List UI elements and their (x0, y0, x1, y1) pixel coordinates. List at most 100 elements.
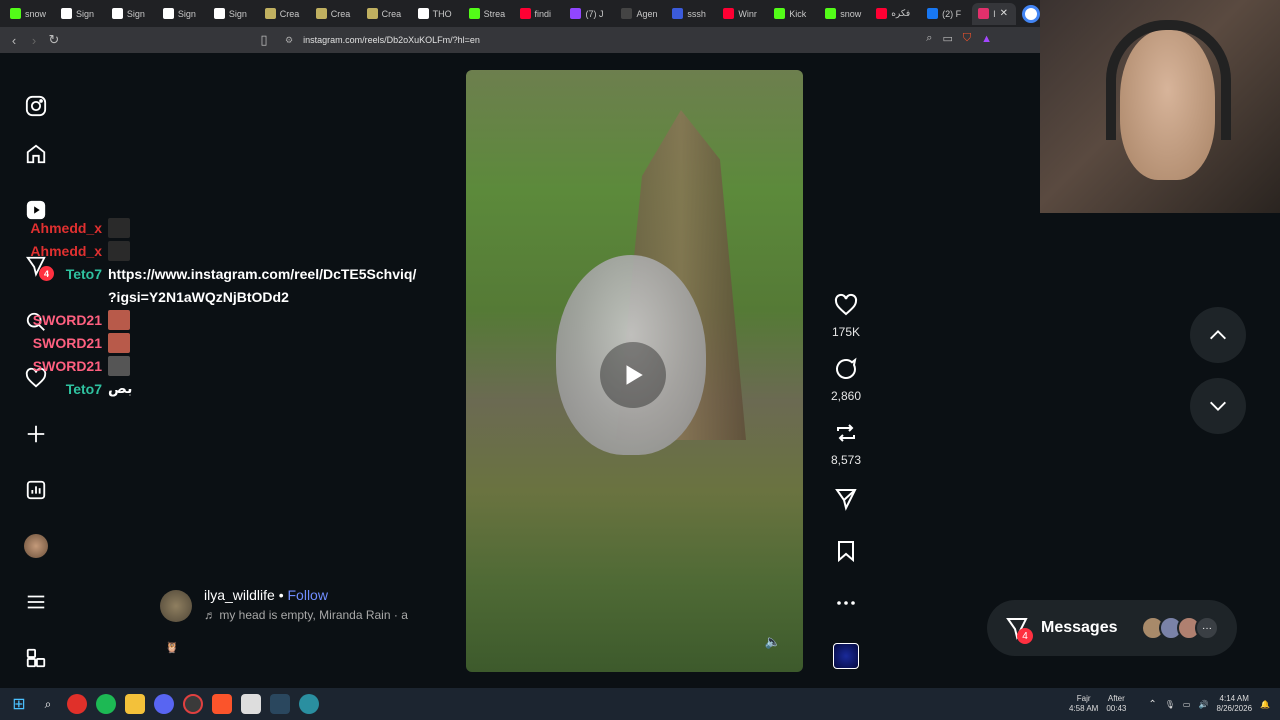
audio-track[interactable]: ♬ my head is empty, Miranda Rain · a (204, 608, 408, 622)
browser-tab[interactable]: (7) J (564, 3, 615, 25)
brave-shield-icon[interactable]: ⛉ (963, 32, 971, 45)
chat-username: Teto7 (65, 265, 102, 282)
app-icon[interactable] (241, 694, 261, 714)
brave-icon[interactable] (212, 694, 232, 714)
follow-button[interactable]: Follow (288, 587, 328, 603)
dashboard-icon[interactable] (24, 478, 48, 502)
browser-tab[interactable]: فكره (870, 3, 921, 25)
tab-label: Agen (636, 8, 658, 19)
microphone-icon[interactable]: 🎙 (1165, 700, 1175, 709)
tab-label: (2) F (942, 8, 962, 19)
browser-tab[interactable]: Strea (463, 3, 514, 25)
volume-icon[interactable]: 🔊 (1198, 700, 1208, 709)
zoom-icon[interactable]: ⌕ (926, 32, 932, 45)
chrome-icon[interactable] (183, 694, 203, 714)
repost-icon (837, 424, 855, 442)
url-text: instagram.com/reels/Db2oXuKOLFm/?hl=en (303, 35, 480, 45)
play-button[interactable] (600, 342, 666, 408)
prayer-widget[interactable]: Fajr 4:58 AM (1069, 694, 1098, 714)
chat-username: Ahmedd_x (30, 242, 102, 259)
like-action[interactable]: 175K (826, 293, 866, 339)
profile-avatar[interactable] (24, 534, 48, 558)
tab-label: فكره (891, 8, 911, 18)
reload-icon[interactable]: ↻ (44, 32, 64, 48)
music-note-icon: ♬ (204, 608, 216, 622)
browser-tab[interactable]: Crea (361, 3, 412, 25)
windows-start-icon[interactable]: ⊞ (9, 694, 29, 714)
previous-reel-button[interactable] (1190, 307, 1246, 363)
discord-icon[interactable] (154, 694, 174, 714)
browser-tab[interactable]: Agen (615, 3, 666, 25)
browser-tab[interactable]: Sign (55, 3, 106, 25)
comment-action[interactable]: 2,860 (826, 357, 866, 403)
chevron-up-icon[interactable]: ⌃ (1148, 699, 1156, 710)
save-action[interactable] (826, 539, 866, 568)
browser-tab[interactable]: (2) F (921, 3, 972, 25)
browser-tab[interactable]: Crea (259, 3, 310, 25)
like-count: 175K (831, 325, 861, 339)
repost-action[interactable]: 8,573 (826, 421, 866, 467)
windows-taskbar: ⊞ ⌕ Fajr 4:58 AM After 00:43 ⌃ 🎙 ▭ 🔊 4:1… (0, 688, 1280, 720)
app-icon[interactable] (67, 694, 87, 714)
speaker-icon[interactable]: 🔈 (765, 634, 781, 650)
separator-dot: • (278, 587, 284, 603)
search-icon[interactable]: ⌕ (38, 694, 58, 714)
tab-favicon-icon (417, 8, 429, 19)
browser-tab[interactable]: I ✕ (972, 2, 1017, 25)
reel-video[interactable]: 🔈 (466, 70, 803, 672)
chat-username: Ahmedd_x (30, 219, 102, 236)
next-reel-button[interactable] (1190, 378, 1246, 434)
browser-tab[interactable]: sssh (666, 3, 717, 25)
instagram-logo-icon[interactable] (24, 94, 48, 118)
prayer-countdown: After 00:43 (1106, 694, 1126, 714)
chat-emote (108, 217, 130, 238)
song-title: my head is empty, Miranda Rain · a (219, 608, 408, 622)
app-icon[interactable] (299, 694, 319, 714)
browser-tab[interactable]: Sign (208, 3, 259, 25)
spotify-icon[interactable] (96, 694, 116, 714)
headset (1106, 20, 1231, 140)
tab-label: Sign (126, 8, 145, 19)
browser-tab[interactable]: findi (514, 3, 565, 25)
chat-emote (108, 240, 130, 261)
browser-tab[interactable]: snow (819, 3, 870, 25)
tab-favicon-icon (468, 8, 480, 19)
cast-icon[interactable]: ▭ (942, 32, 952, 45)
audio-thumbnail[interactable] (833, 643, 859, 669)
author-avatar[interactable] (160, 590, 192, 622)
browser-profile-icon[interactable] (1022, 4, 1041, 23)
browser-tab[interactable]: Sign (106, 3, 157, 25)
network-icon[interactable]: ▭ (1183, 700, 1191, 709)
apps-icon[interactable] (24, 646, 48, 670)
browser-tab[interactable]: Kick (768, 3, 819, 25)
address-bar[interactable]: ⚙ instagram.com/reels/Db2oXuKOLFm/?hl=en (255, 30, 1000, 50)
close-tab-icon[interactable]: ✕ (1000, 8, 1008, 19)
forward-icon[interactable]: › (24, 33, 44, 48)
browser-tab[interactable]: Sign (157, 3, 208, 25)
menu-icon[interactable] (24, 590, 48, 614)
site-info-icon[interactable]: ⚙ (285, 35, 293, 46)
file-explorer-icon[interactable] (125, 694, 145, 714)
tab-favicon-icon (60, 8, 72, 19)
tab-label: Sign (228, 8, 247, 19)
browser-tab[interactable]: THO (412, 3, 463, 25)
tab-label: THO (432, 8, 452, 19)
comment-count: 2,860 (830, 389, 862, 403)
author-username[interactable]: ilya_wildlife (204, 587, 275, 603)
browser-tab[interactable]: Crea (310, 3, 361, 25)
tab-favicon-icon (774, 8, 786, 19)
browser-tab[interactable]: Winr (717, 3, 768, 25)
steam-icon[interactable] (270, 694, 290, 714)
more-options[interactable] (826, 591, 866, 620)
notification-icon[interactable]: 🔔 (1260, 700, 1270, 709)
after-label: After (1107, 694, 1125, 703)
brave-rewards-icon[interactable]: ▲ (981, 33, 992, 45)
create-icon[interactable] (24, 422, 48, 446)
share-action[interactable] (826, 487, 866, 516)
messages-button[interactable]: 4 Messages ··· (987, 600, 1237, 656)
home-icon[interactable] (24, 142, 48, 166)
tab-favicon-icon (876, 8, 888, 19)
browser-tab[interactable]: snow (4, 3, 55, 25)
clock[interactable]: 4:14 AM 8/26/2026 (1216, 694, 1252, 714)
back-icon[interactable]: ‹ (4, 33, 24, 48)
